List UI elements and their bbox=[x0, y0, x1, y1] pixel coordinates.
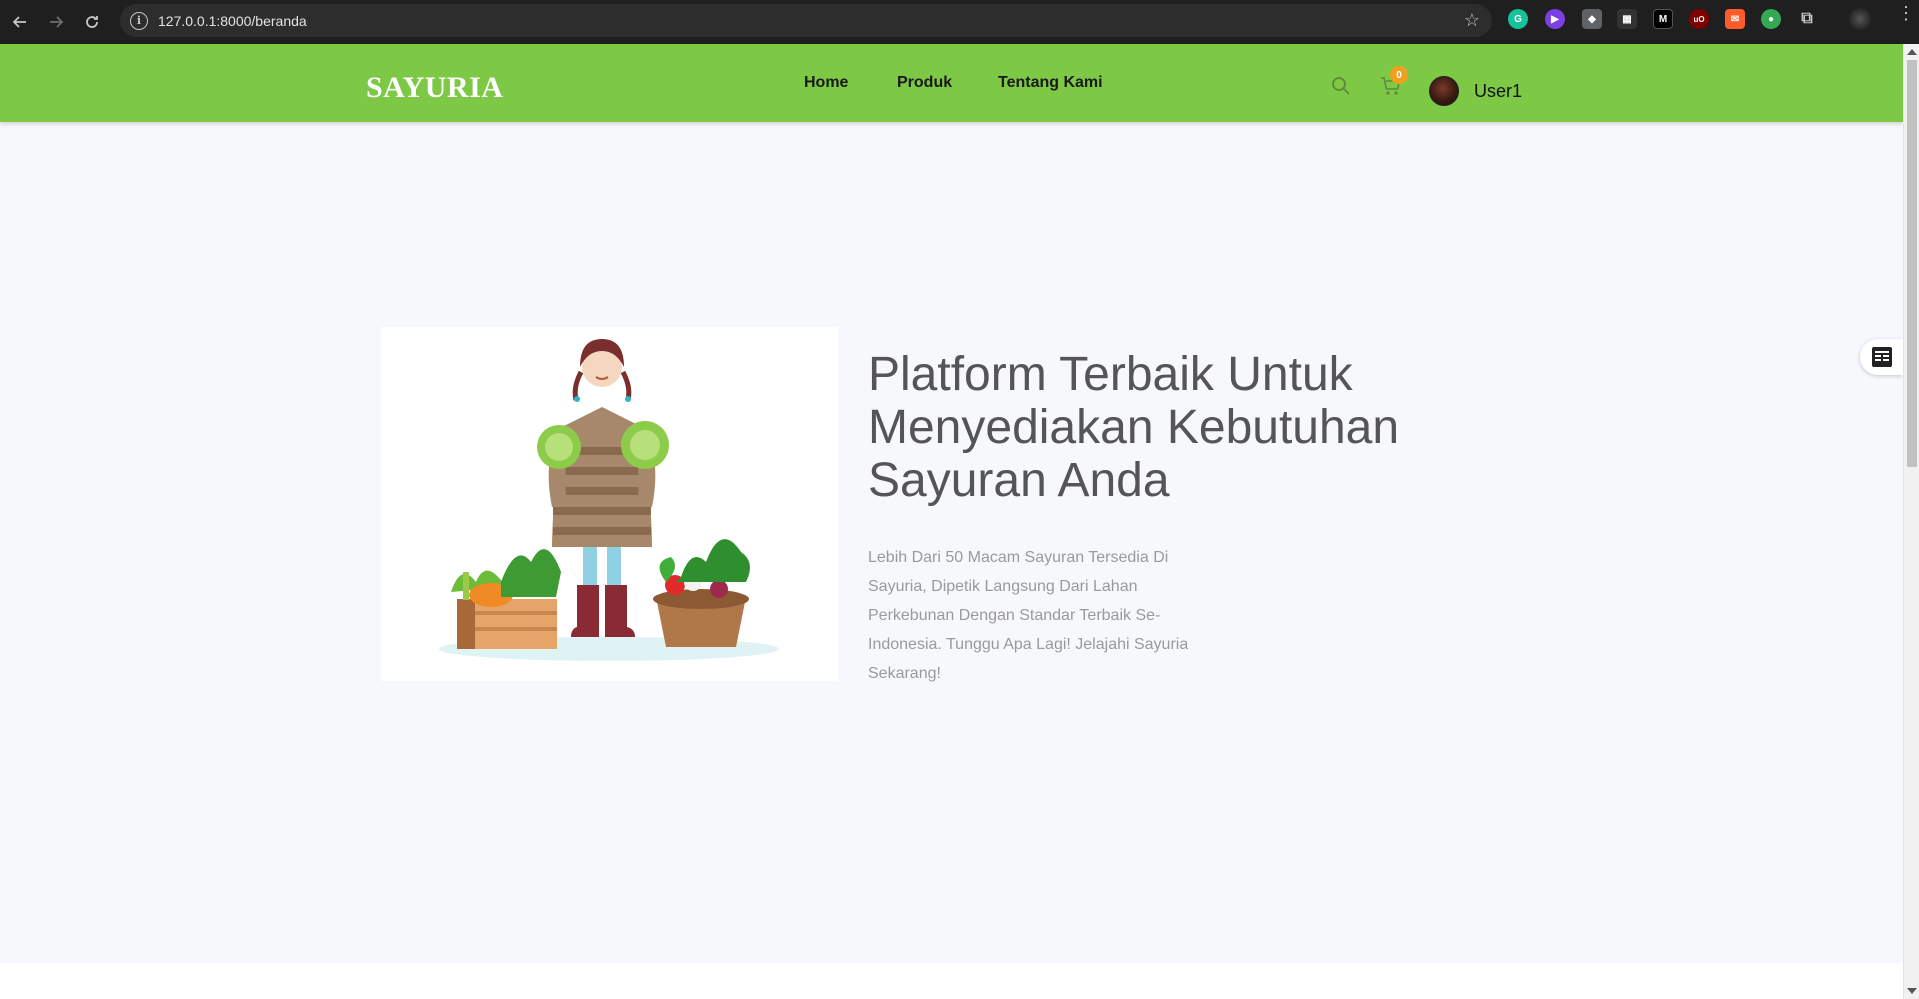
m-extension-icon[interactable]: M bbox=[1653, 9, 1673, 29]
hero-title: Platform Terbaik Untuk Menyediakan Kebut… bbox=[868, 348, 1400, 507]
brand-logo[interactable]: SAYURIA bbox=[366, 71, 503, 105]
avatar[interactable] bbox=[1429, 76, 1459, 106]
video-extension-icon[interactable]: ▶ bbox=[1545, 9, 1565, 29]
nav-tentang-kami-link[interactable]: Tentang Kami bbox=[998, 74, 1103, 92]
next-section-band bbox=[0, 963, 1903, 999]
reload-icon bbox=[86, 16, 98, 28]
farmer-vegetables-illustration-icon bbox=[439, 339, 779, 661]
forward-button[interactable] bbox=[38, 4, 74, 40]
page-scrollbar[interactable] bbox=[1903, 44, 1919, 999]
puzzle-icon[interactable]: ⧉ bbox=[1797, 9, 1817, 29]
mail-extension-icon[interactable]: ✉ bbox=[1725, 9, 1745, 29]
back-button[interactable] bbox=[2, 4, 38, 40]
more-menu-icon[interactable]: ⋮ bbox=[1897, 4, 1915, 22]
nav-home-link[interactable]: Home bbox=[804, 74, 848, 92]
browser-toolbar: i 127.0.0.1:8000/beranda ☆ G ▶ ◆ ▦ M uO … bbox=[0, 0, 1919, 44]
grammarly-icon[interactable]: G bbox=[1508, 9, 1528, 29]
arrow-left-icon bbox=[12, 16, 26, 28]
table-icon bbox=[1871, 347, 1892, 367]
search-icon[interactable] bbox=[1331, 76, 1351, 96]
hero-illustration bbox=[381, 327, 838, 681]
profile-avatar-icon[interactable] bbox=[1849, 8, 1871, 30]
site-header: SAYURIA Home Produk Tentang Kami 0 User1 bbox=[0, 44, 1903, 122]
extension-badge-icon[interactable]: ◆ bbox=[1582, 9, 1602, 29]
username[interactable]: User1 bbox=[1474, 81, 1522, 102]
grid-extension-icon[interactable]: ▦ bbox=[1617, 9, 1637, 29]
color-extension-icon[interactable]: ● bbox=[1761, 9, 1781, 29]
url-text[interactable]: 127.0.0.1:8000/beranda bbox=[158, 13, 307, 29]
reload-button[interactable] bbox=[74, 4, 110, 40]
nav-home[interactable]: Home bbox=[804, 74, 848, 92]
ublock-icon[interactable]: uO bbox=[1689, 9, 1709, 29]
cart-count-badge: 0 bbox=[1390, 66, 1408, 84]
address-bar[interactable]: i 127.0.0.1:8000/beranda ☆ bbox=[120, 4, 1492, 37]
scroll-up-icon[interactable] bbox=[1907, 49, 1917, 55]
side-widget[interactable] bbox=[1860, 339, 1903, 375]
star-icon[interactable]: ☆ bbox=[1464, 10, 1480, 31]
info-icon[interactable]: i bbox=[130, 11, 148, 30]
scroll-down-icon[interactable] bbox=[1907, 988, 1917, 994]
scroll-thumb[interactable] bbox=[1907, 60, 1917, 467]
nav-produk[interactable]: Produk bbox=[897, 74, 952, 92]
nav-tentang-kami[interactable]: Tentang Kami bbox=[998, 74, 1103, 92]
arrow-right-icon bbox=[50, 16, 64, 28]
nav-produk-link[interactable]: Produk bbox=[897, 74, 952, 92]
hero-description: Lebih Dari 50 Macam Sayuran Tersedia Di … bbox=[868, 549, 1189, 682]
